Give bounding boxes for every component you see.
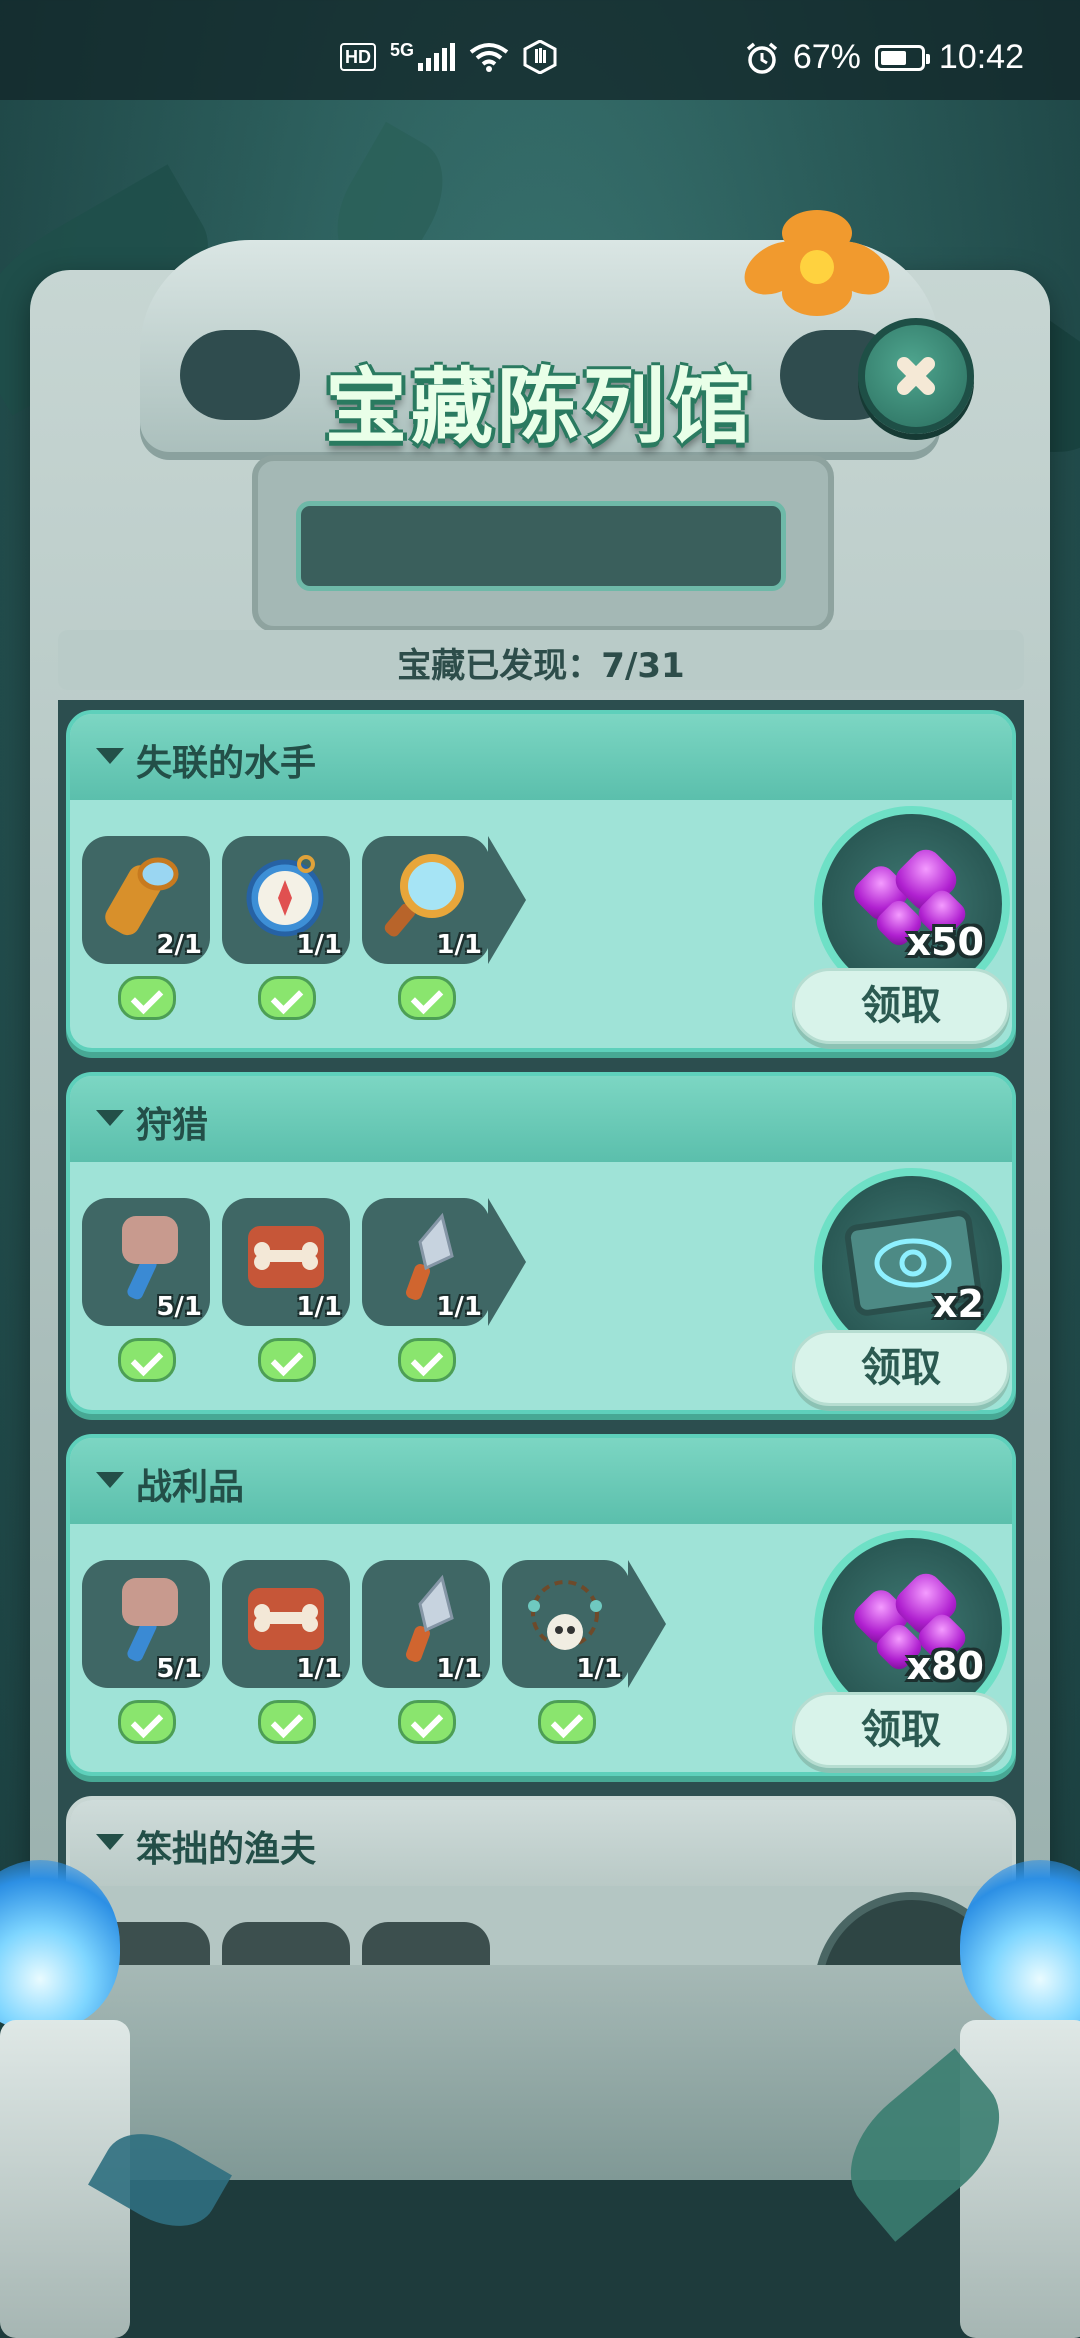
chevron-down-icon[interactable]: [96, 1834, 124, 1850]
claim-button[interactable]: 领取: [792, 968, 1010, 1044]
collection-item-locked[interactable]: [222, 1922, 350, 1965]
bone-icon: [248, 1226, 324, 1288]
stone-hammer-icon: [122, 1578, 178, 1662]
check-icon: [118, 1338, 176, 1382]
item-count: 1/1: [296, 1292, 342, 1322]
stone-plaque: [252, 455, 834, 632]
claim-button[interactable]: 领取: [792, 1692, 1010, 1768]
check-icon: [398, 1338, 456, 1382]
hand-badge-icon: [523, 40, 557, 74]
item-count: 1/1: [576, 1654, 622, 1684]
collection-item[interactable]: 5/1: [82, 1560, 210, 1688]
check-icon: [398, 976, 456, 1020]
item-count: 1/1: [436, 1654, 482, 1684]
collection-item[interactable]: 1/1: [362, 1560, 490, 1688]
wifi-icon: [469, 43, 509, 72]
close-button[interactable]: [858, 318, 974, 434]
stone-hammer-icon: [122, 1216, 178, 1300]
collection-item-locked[interactable]: [362, 1922, 490, 1965]
alarm-icon: [746, 42, 777, 74]
bone-icon: [248, 1588, 324, 1650]
collection-item[interactable]: 5/1: [82, 1198, 210, 1326]
card-title: 战利品: [136, 1467, 245, 1508]
status-bar: HD 5G 67% 10:42: [0, 0, 1080, 100]
reward-quantity: x50: [906, 920, 984, 964]
reward-quantity: x2: [933, 1282, 984, 1326]
stone-pillar: [960, 2020, 1080, 2338]
signal-icon: [418, 43, 456, 71]
check-icon: [258, 976, 316, 1020]
treasure-progress: 宝藏已发现：7/31: [397, 646, 685, 686]
telescope-icon: [105, 857, 179, 936]
card-title: 失联的水手: [136, 743, 317, 784]
item-count: 5/1: [156, 1654, 202, 1684]
collection-item[interactable]: 1/1: [222, 836, 350, 964]
battery-percent: 67%: [792, 38, 861, 76]
collection-item[interactable]: 1/1: [222, 1560, 350, 1688]
clock-time: 10:42: [938, 38, 1024, 76]
card-title: 狩猎: [136, 1105, 209, 1146]
progress-strip: 宝藏已发现：7/31: [58, 630, 1024, 690]
collection-card: 笨拙的渔夫: [66, 1796, 1016, 1965]
item-count: 1/1: [296, 1654, 342, 1684]
skull-necklace-icon: [528, 1580, 602, 1650]
item-count: 2/1: [156, 930, 202, 960]
page-title: 宝藏陈列馆: [324, 360, 755, 455]
check-icon: [118, 976, 176, 1020]
check-icon: [398, 1700, 456, 1744]
chevron-down-icon[interactable]: [96, 748, 124, 764]
item-count: 1/1: [436, 930, 482, 960]
item-count: 1/1: [436, 1292, 482, 1322]
collection-item[interactable]: 2/1: [82, 836, 210, 964]
collection-item[interactable]: 1/1: [222, 1198, 350, 1326]
spear-tip-icon: [406, 1574, 454, 1662]
spear-tip-icon: [406, 1212, 454, 1300]
collection-item[interactable]: 1/1: [362, 836, 490, 964]
collection-card: 失联的水手 2/1 1/1 1/1 x50 领取: [66, 710, 1016, 1052]
item-count: 1/1: [296, 930, 342, 960]
item-count: 5/1: [156, 1292, 202, 1322]
reward-quantity: x80: [906, 1644, 984, 1688]
orange-flower-decoration: [735, 210, 899, 330]
chevron-down-icon[interactable]: [96, 1110, 124, 1126]
chevron-down-icon[interactable]: [96, 1472, 124, 1488]
collection-card: 战利品 5/1 1/1 1/1 1/1 x80 领取: [66, 1434, 1016, 1776]
check-icon: [258, 1700, 316, 1744]
magnifier-icon: [384, 854, 464, 937]
hd-icon: HD: [340, 43, 376, 71]
claim-button[interactable]: 领取: [792, 1330, 1010, 1406]
collection-item[interactable]: 1/1: [502, 1560, 630, 1688]
card-title: 笨拙的渔夫: [136, 1829, 317, 1870]
check-icon: [538, 1700, 596, 1744]
check-icon: [118, 1700, 176, 1744]
battery-icon: [874, 44, 930, 71]
collection-card: 狩猎 5/1 1/1 1/1 x2 领取: [66, 1072, 1016, 1414]
network-label: 5G: [390, 39, 415, 60]
compass-icon: [246, 855, 324, 937]
collection-item[interactable]: 1/1: [362, 1198, 490, 1326]
check-icon: [258, 1338, 316, 1382]
collection-list[interactable]: 失联的水手 2/1 1/1 1/1 x50 领取 狩猎 5/1 1/1 1/1 …: [58, 700, 1024, 1965]
